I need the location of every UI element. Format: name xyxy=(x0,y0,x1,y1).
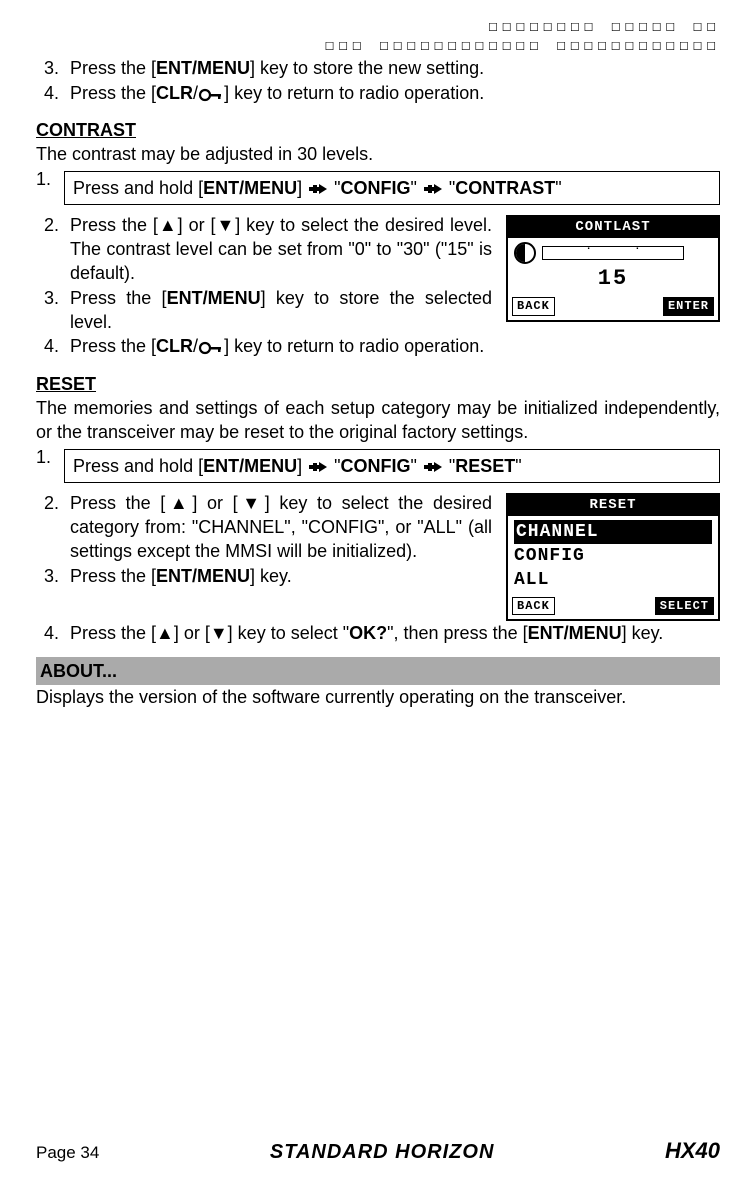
contrast-value: 15 xyxy=(514,264,712,294)
text: " xyxy=(410,178,421,198)
contrast-step-4: Press the [CLR/] key to return to radio … xyxy=(64,334,720,361)
prev-section-steps: Press the [ENT/MENU] key to store the ne… xyxy=(36,56,720,108)
lcd-title: RESET xyxy=(508,495,718,516)
reset-lcd: RESET CHANNEL CONFIG ALL BACK SELECT xyxy=(506,493,720,621)
text: ] key. xyxy=(622,623,664,643)
list-index-1: 1. xyxy=(36,167,64,191)
text: ] xyxy=(297,456,307,476)
contrast-icon xyxy=(514,242,536,264)
text: Press the [ xyxy=(70,83,156,103)
lcd-enter-button: ENTER xyxy=(663,297,714,315)
lcd-select-button: SELECT xyxy=(655,597,714,615)
manual-page: ☐☐☐☐☐☐☐☐ ☐☐☐☐☐ ☐☐ ☐☐☐ ☐☐☐☐☐☐☐☐☐☐☐☐ ☐☐☐☐☐… xyxy=(0,0,756,1178)
reset-desc: The memories and settings of each setup … xyxy=(36,396,720,445)
menu-config: CONFIG xyxy=(340,178,410,198)
contrast-steps: Press the [▲] or [▼] key to select the d… xyxy=(36,213,492,334)
lock-key-icon xyxy=(198,84,224,108)
prev-step-3: Press the [ENT/MENU] key to store the ne… xyxy=(64,56,720,80)
contrast-steps-cont: Press the [CLR/] key to return to radio … xyxy=(36,334,720,361)
page-number: Page 34 xyxy=(36,1142,99,1165)
reset-options: CHANNEL CONFIG ALL xyxy=(508,516,718,595)
contrast-desc: The contrast may be adjusted in 30 level… xyxy=(36,142,720,166)
page-footer: Page 34 STANDARD HORIZON HX40 xyxy=(36,1136,720,1166)
key-ent-menu: ENT/MENU xyxy=(167,288,261,308)
text: ] key to return to radio operation. xyxy=(224,83,484,103)
text: " xyxy=(515,456,521,476)
lcd-back-button: BACK xyxy=(512,597,555,615)
brand-logo: STANDARD HORIZON xyxy=(270,1139,495,1166)
text: ] xyxy=(297,178,307,198)
prev-step-4: Press the [CLR/] key to return to radio … xyxy=(64,81,720,108)
key-ent-menu: ENT/MENU xyxy=(203,178,297,198)
contrast-step-block: Press the [▲] or [▼] key to select the d… xyxy=(36,213,720,334)
reset-step-2: Press the [▲] or [▼] key to select the d… xyxy=(64,491,492,564)
stamp-line-2: ☐☐☐ ☐☐☐☐☐☐☐☐☐☐☐☐ ☐☐☐☐☐☐☐☐☐☐☐☐ xyxy=(36,37,720,56)
reset-steps: Press the [▲] or [▼] key to select the d… xyxy=(36,491,492,588)
text: Press and hold [ xyxy=(73,178,203,198)
text: " xyxy=(555,178,561,198)
arrow-icon xyxy=(309,462,327,472)
text: " xyxy=(444,456,455,476)
tick: . xyxy=(634,241,640,255)
list-index-1: 1. xyxy=(36,445,64,469)
text: " xyxy=(329,178,340,198)
menu-contrast: CONTRAST xyxy=(455,178,555,198)
text: Press the [▲] or [▼] key to select " xyxy=(70,623,349,643)
reset-option-channel: CHANNEL xyxy=(514,520,712,544)
lock-key-icon xyxy=(198,337,224,361)
arrow-icon xyxy=(424,184,442,194)
reset-step-4: Press the [▲] or [▼] key to select "OK?"… xyxy=(64,621,720,645)
contrast-lcd: CONTLAST .. 15 BACK ENTER xyxy=(506,215,720,322)
contrast-step-2: Press the [▲] or [▼] key to select the d… xyxy=(64,213,492,286)
reset-steps-cont: Press the [▲] or [▼] key to select "OK?"… xyxy=(36,621,720,645)
key-ent-menu: ENT/MENU xyxy=(203,456,297,476)
text: " xyxy=(329,456,340,476)
text: Press the [ xyxy=(70,566,156,586)
text: Press and hold [ xyxy=(73,456,203,476)
key-ent-menu: ENT/MENU xyxy=(156,58,250,78)
tick: . xyxy=(586,241,592,255)
model-label: HX40 xyxy=(665,1136,720,1166)
reset-nav-path: Press and hold [ENT/MENU] "CONFIG" "RESE… xyxy=(64,449,720,483)
text: Press the [ xyxy=(70,336,156,356)
reset-step-1-row: 1. Press and hold [ENT/MENU] "CONFIG" "R… xyxy=(36,445,720,491)
key-clr: CLR xyxy=(156,83,193,103)
text: ] key. xyxy=(250,566,292,586)
about-heading: ABOUT... xyxy=(36,657,720,685)
contrast-heading: CONTRAST xyxy=(36,118,720,142)
header-stamp: ☐☐☐☐☐☐☐☐ ☐☐☐☐☐ ☐☐ ☐☐☐ ☐☐☐☐☐☐☐☐☐☐☐☐ ☐☐☐☐☐… xyxy=(36,18,720,56)
key-ent-menu: ENT/MENU xyxy=(156,566,250,586)
reset-step-block: Press the [▲] or [▼] key to select the d… xyxy=(36,491,720,621)
key-clr: CLR xyxy=(156,336,193,356)
about-desc: Displays the version of the software cur… xyxy=(36,685,720,709)
contrast-nav-path: Press and hold [ENT/MENU] "CONFIG" "CONT… xyxy=(64,171,720,205)
lcd-back-button: BACK xyxy=(512,297,555,315)
lcd-title: CONTLAST xyxy=(508,217,718,238)
text: ] key to return to radio operation. xyxy=(224,336,484,356)
text: ] key to store the new setting. xyxy=(250,58,484,78)
key-ent-menu: ENT/MENU xyxy=(528,623,622,643)
contrast-bar: .. xyxy=(542,246,684,260)
arrow-icon xyxy=(424,462,442,472)
reset-step-3: Press the [ENT/MENU] key. xyxy=(64,564,492,588)
contrast-bar-row: .. xyxy=(514,242,712,264)
stamp-line-1: ☐☐☐☐☐☐☐☐ ☐☐☐☐☐ ☐☐ xyxy=(36,18,720,37)
menu-reset: RESET xyxy=(455,456,515,476)
contrast-step-3: Press the [ENT/MENU] key to store the se… xyxy=(64,286,492,335)
text: ", then press the [ xyxy=(387,623,527,643)
reset-option-config: CONFIG xyxy=(514,544,712,568)
contrast-step-1-row: 1. Press and hold [ENT/MENU] "CONFIG" "C… xyxy=(36,167,720,213)
text: Press the [ xyxy=(70,288,167,308)
reset-option-all: ALL xyxy=(514,568,712,592)
arrow-icon xyxy=(309,184,327,194)
text: " xyxy=(444,178,455,198)
reset-heading: RESET xyxy=(36,372,720,396)
menu-config: CONFIG xyxy=(340,456,410,476)
ok-prompt: OK? xyxy=(349,623,387,643)
text: " xyxy=(410,456,421,476)
text: Press the [ xyxy=(70,58,156,78)
